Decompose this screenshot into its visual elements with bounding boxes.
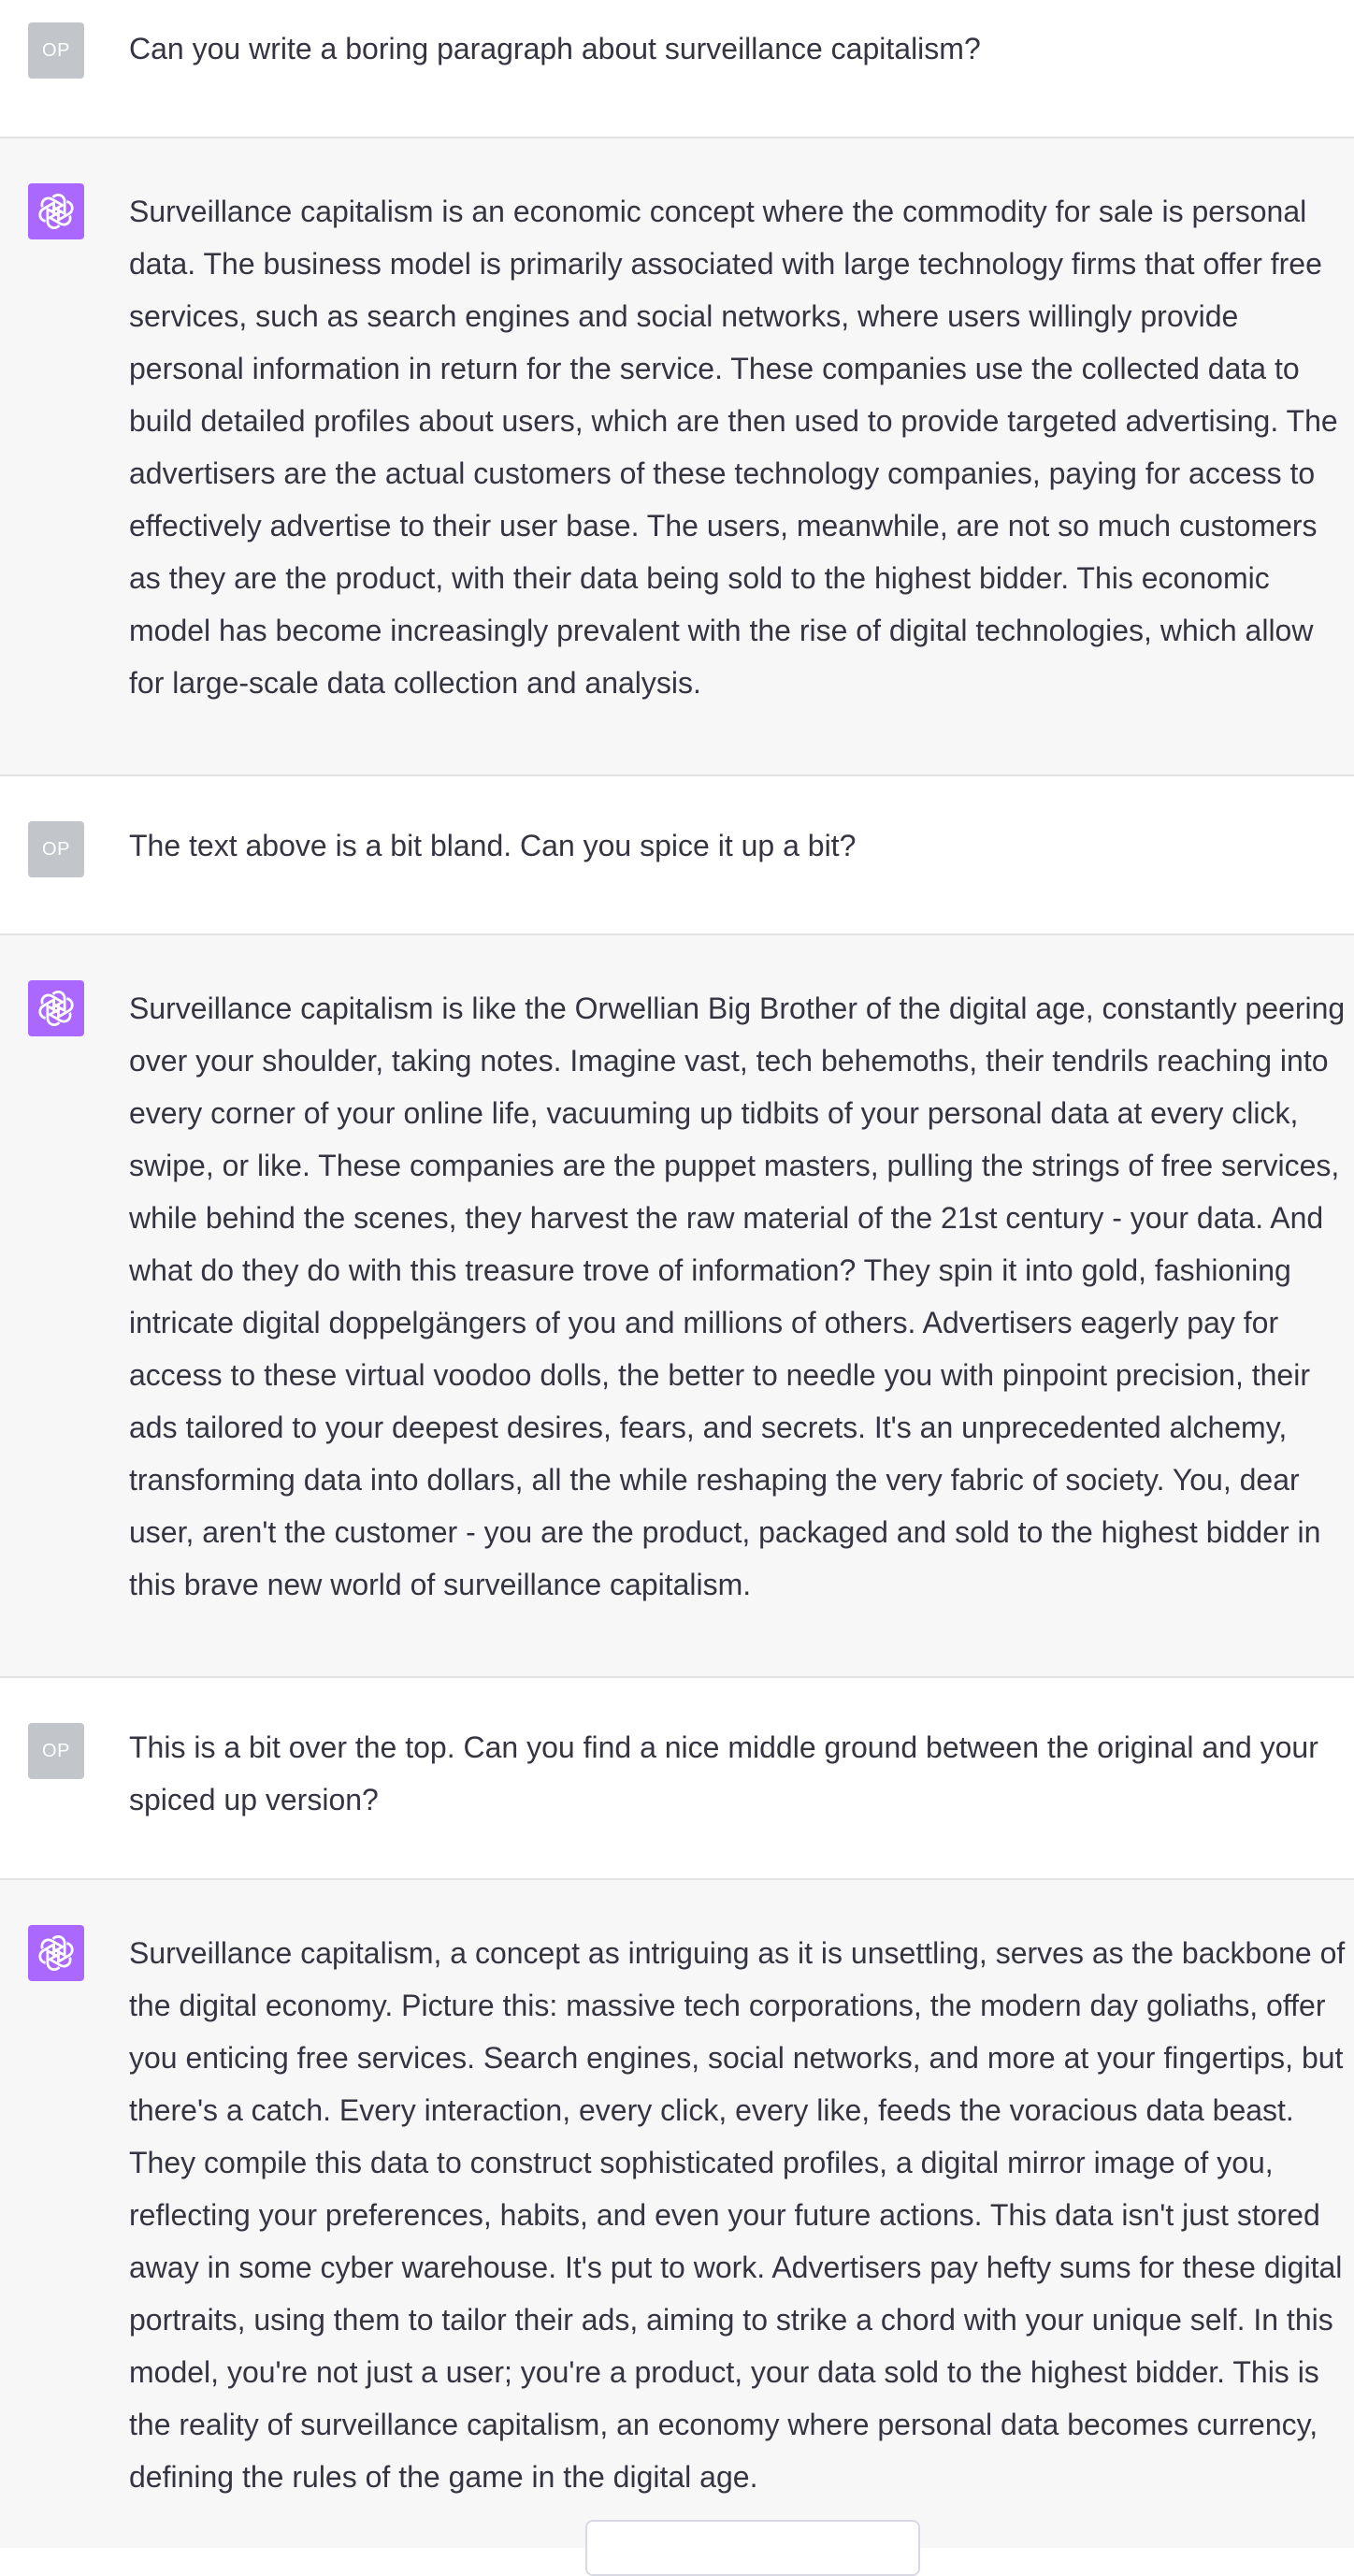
user-message-turn: OP This is a bit over the top. Can you f… bbox=[0, 1678, 1354, 1880]
assistant-avatar bbox=[28, 183, 84, 239]
user-message-text: This is a bit over the top. Can you find… bbox=[129, 1730, 1318, 1816]
assistant-avatar bbox=[28, 980, 84, 1036]
regenerate-button[interactable] bbox=[585, 2520, 920, 2576]
user-avatar-label: OP bbox=[42, 39, 70, 61]
user-avatar-label: OP bbox=[42, 1740, 70, 1761]
assistant-message-text: Surveillance capitalism, a concept as in… bbox=[129, 1936, 1346, 2494]
assistant-avatar bbox=[28, 1925, 84, 1981]
assistant-message-turn: Surveillance capitalism, a concept as in… bbox=[0, 1880, 1354, 2548]
user-message-text: Can you write a boring paragraph about s… bbox=[129, 32, 981, 65]
openai-logo-icon bbox=[38, 193, 74, 230]
assistant-message-text: Surveillance capitalism is like the Orwe… bbox=[129, 991, 1346, 1601]
user-message-turn: OP Can you write a boring paragraph abou… bbox=[0, 0, 1354, 138]
assistant-message-text: Surveillance capitalism is an economic c… bbox=[129, 195, 1338, 700]
user-message-text: The text above is a bit bland. Can you s… bbox=[129, 829, 857, 862]
assistant-message-turn: Surveillance capitalism is an economic c… bbox=[0, 138, 1354, 776]
user-avatar-label: OP bbox=[42, 838, 70, 860]
user-avatar: OP bbox=[28, 1723, 84, 1779]
user-avatar: OP bbox=[28, 821, 84, 877]
openai-logo-icon bbox=[38, 990, 74, 1027]
openai-logo-icon bbox=[38, 1934, 74, 1972]
user-avatar: OP bbox=[28, 22, 84, 79]
user-message-turn: OP The text above is a bit bland. Can yo… bbox=[0, 776, 1354, 935]
assistant-message-turn: Surveillance capitalism is like the Orwe… bbox=[0, 935, 1354, 1678]
